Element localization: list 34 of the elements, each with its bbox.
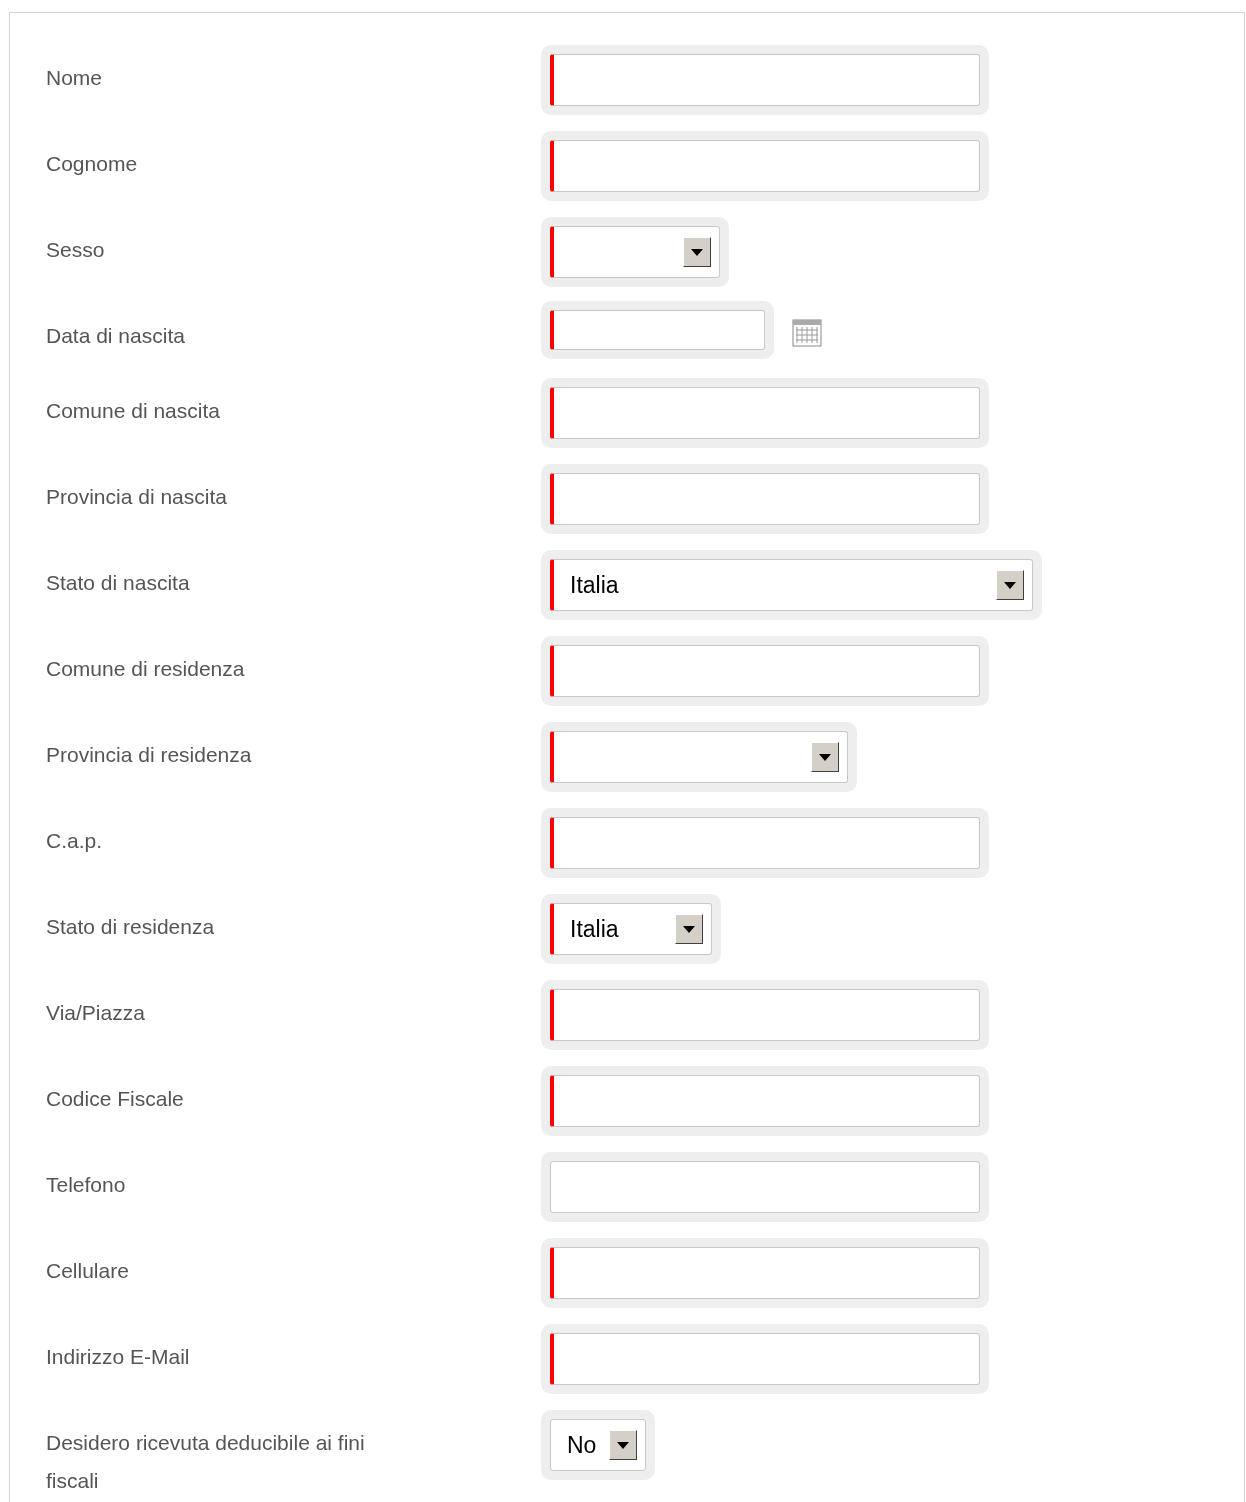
field-label: Comune di residenza [46,656,246,682]
field-label: Provincia di residenza [46,742,253,768]
field-label: Codice Fiscale [46,1086,185,1112]
field-label: Stato di nascita [46,570,191,596]
field-label: Cellulare [46,1258,130,1284]
field-label: C.a.p. [46,828,104,854]
dropdown[interactable]: Italia [550,559,1033,611]
field-label: Nome [46,65,104,91]
field-label: Data di nascita [46,323,186,349]
dropdown[interactable]: Italia [550,903,712,955]
input-field[interactable] [550,1333,980,1385]
field-label: Via/Piazza [46,1000,146,1026]
dropdown[interactable] [550,226,720,278]
field-label: Sesso [46,237,106,263]
dropdown[interactable]: No [550,1419,646,1471]
date-field[interactable] [550,310,765,350]
input-field[interactable] [550,473,980,525]
input-field[interactable] [550,54,980,106]
input-field[interactable] [550,140,980,192]
field-label: Cognome [46,151,139,177]
input-field[interactable] [550,817,980,869]
field-label: Telefono [46,1172,127,1198]
input-field[interactable] [550,1161,980,1213]
input-field[interactable] [550,989,980,1041]
input-field[interactable] [550,645,980,697]
input-field[interactable] [550,1247,980,1299]
input-field[interactable] [550,1075,980,1127]
calendar-icon[interactable] [792,319,822,347]
field-label: Comune di nascita [46,398,221,424]
field-label: Provincia di nascita [46,484,228,510]
field-label: Stato di residenza [46,914,216,940]
field-label: Indirizzo E-Mail [46,1344,191,1370]
field-label: Desidero ricevuta deducibile ai fini fiscali [46,1430,366,1494]
input-field[interactable] [550,387,980,439]
